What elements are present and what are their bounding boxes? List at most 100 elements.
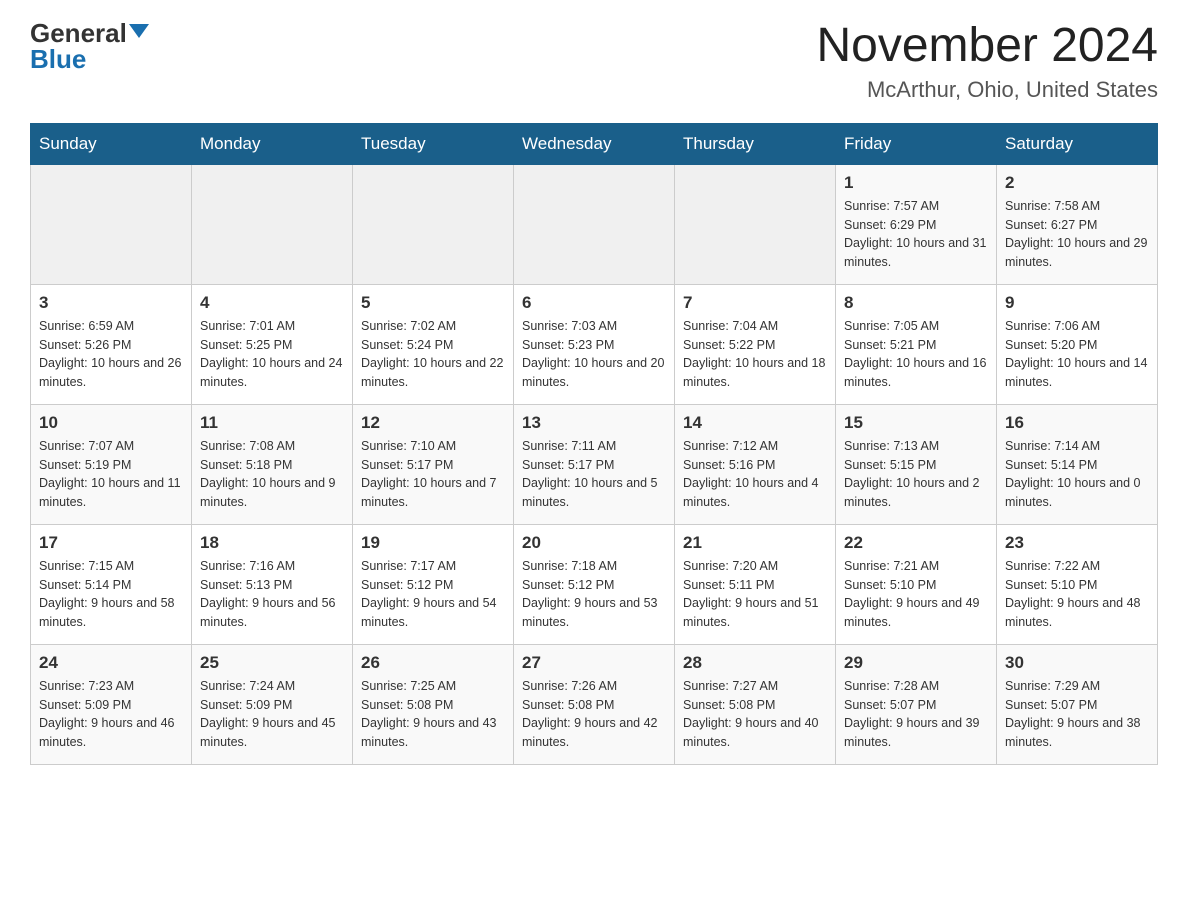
table-row xyxy=(192,164,353,284)
table-row: 10Sunrise: 7:07 AM Sunset: 5:19 PM Dayli… xyxy=(31,404,192,524)
day-number: 25 xyxy=(200,653,344,673)
table-row xyxy=(675,164,836,284)
day-number: 23 xyxy=(1005,533,1149,553)
header-wednesday: Wednesday xyxy=(514,123,675,164)
day-info: Sunrise: 7:17 AM Sunset: 5:12 PM Dayligh… xyxy=(361,557,505,632)
table-row: 20 Sunrise: 7:18 AM Sunset: 5:12 PM Dayli… xyxy=(514,524,675,644)
day-info: Sunrise: 7:03 AM Sunset: 5:23 PM Dayligh… xyxy=(522,317,666,392)
day-info: Sunrise: 7:27 AM Sunset: 5:08 PM Dayligh… xyxy=(683,677,827,752)
day-number: 9 xyxy=(1005,293,1149,313)
calendar-week-row: 24Sunrise: 7:23 AM Sunset: 5:09 PM Dayli… xyxy=(31,644,1158,764)
header-friday: Friday xyxy=(836,123,997,164)
day-info: Sunrise: 7:08 AM Sunset: 5:18 PM Dayligh… xyxy=(200,437,344,512)
table-row: 7Sunrise: 7:04 AM Sunset: 5:22 PM Daylig… xyxy=(675,284,836,404)
table-row: 3Sunrise: 6:59 AM Sunset: 5:26 PM Daylig… xyxy=(31,284,192,404)
day-number: 21 xyxy=(683,533,827,553)
table-row: 2 Sunrise: 7:58 AM Sunset: 6:27 PM Daylig… xyxy=(997,164,1158,284)
table-row: 16 Sunrise: 7:14 AM Sunset: 5:14 PM Dayli… xyxy=(997,404,1158,524)
table-row: 1 Sunrise: 7:57 AM Sunset: 6:29 PM Daylig… xyxy=(836,164,997,284)
day-number: 24 xyxy=(39,653,183,673)
table-row: 5 Sunrise: 7:02 AM Sunset: 5:24 PM Daylig… xyxy=(353,284,514,404)
day-info: Sunrise: 7:02 AM Sunset: 5:24 PM Dayligh… xyxy=(361,317,505,392)
day-info: Sunrise: 7:16 AM Sunset: 5:13 PM Dayligh… xyxy=(200,557,344,632)
day-info: Sunrise: 7:18 AM Sunset: 5:12 PM Dayligh… xyxy=(522,557,666,632)
day-info: Sunrise: 7:57 AM Sunset: 6:29 PM Dayligh… xyxy=(844,197,988,272)
logo-blue: Blue xyxy=(30,46,86,72)
day-info: Sunrise: 7:29 AM Sunset: 5:07 PM Dayligh… xyxy=(1005,677,1149,752)
day-number: 20 xyxy=(522,533,666,553)
calendar-week-row: 17Sunrise: 7:15 AM Sunset: 5:14 PM Dayli… xyxy=(31,524,1158,644)
day-info: Sunrise: 7:13 AM Sunset: 5:15 PM Dayligh… xyxy=(844,437,988,512)
calendar-subtitle: McArthur, Ohio, United States xyxy=(816,77,1158,103)
calendar-week-row: 3Sunrise: 6:59 AM Sunset: 5:26 PM Daylig… xyxy=(31,284,1158,404)
day-number: 5 xyxy=(361,293,505,313)
table-row: 19Sunrise: 7:17 AM Sunset: 5:12 PM Dayli… xyxy=(353,524,514,644)
table-row: 13 Sunrise: 7:11 AM Sunset: 5:17 PM Dayli… xyxy=(514,404,675,524)
title-section: November 2024 McArthur, Ohio, United Sta… xyxy=(816,20,1158,103)
table-row: 28 Sunrise: 7:27 AM Sunset: 5:08 PM Dayli… xyxy=(675,644,836,764)
table-row: 17Sunrise: 7:15 AM Sunset: 5:14 PM Dayli… xyxy=(31,524,192,644)
table-row: 6 Sunrise: 7:03 AM Sunset: 5:23 PM Daylig… xyxy=(514,284,675,404)
day-number: 30 xyxy=(1005,653,1149,673)
day-number: 13 xyxy=(522,413,666,433)
day-number: 1 xyxy=(844,173,988,193)
calendar-week-row: 10Sunrise: 7:07 AM Sunset: 5:19 PM Dayli… xyxy=(31,404,1158,524)
day-info: Sunrise: 7:58 AM Sunset: 6:27 PM Dayligh… xyxy=(1005,197,1149,272)
logo: General Blue xyxy=(30,20,149,72)
table-row: 29Sunrise: 7:28 AM Sunset: 5:07 PM Dayli… xyxy=(836,644,997,764)
table-row: 30 Sunrise: 7:29 AM Sunset: 5:07 PM Dayli… xyxy=(997,644,1158,764)
day-info: Sunrise: 7:11 AM Sunset: 5:17 PM Dayligh… xyxy=(522,437,666,512)
header-sunday: Sunday xyxy=(31,123,192,164)
day-number: 22 xyxy=(844,533,988,553)
table-row: 9Sunrise: 7:06 AM Sunset: 5:20 PM Daylig… xyxy=(997,284,1158,404)
table-row: 21Sunrise: 7:20 AM Sunset: 5:11 PM Dayli… xyxy=(675,524,836,644)
day-number: 14 xyxy=(683,413,827,433)
table-row: 4 Sunrise: 7:01 AM Sunset: 5:25 PM Daylig… xyxy=(192,284,353,404)
table-row: 8Sunrise: 7:05 AM Sunset: 5:21 PM Daylig… xyxy=(836,284,997,404)
calendar-table: Sunday Monday Tuesday Wednesday Thursday… xyxy=(30,123,1158,765)
table-row: 15 Sunrise: 7:13 AM Sunset: 5:15 PM Dayli… xyxy=(836,404,997,524)
table-row: 24Sunrise: 7:23 AM Sunset: 5:09 PM Dayli… xyxy=(31,644,192,764)
header-tuesday: Tuesday xyxy=(353,123,514,164)
table-row: 23 Sunrise: 7:22 AM Sunset: 5:10 PM Dayli… xyxy=(997,524,1158,644)
table-row xyxy=(514,164,675,284)
day-info: Sunrise: 7:28 AM Sunset: 5:07 PM Dayligh… xyxy=(844,677,988,752)
day-info: Sunrise: 7:05 AM Sunset: 5:21 PM Dayligh… xyxy=(844,317,988,392)
day-info: Sunrise: 7:25 AM Sunset: 5:08 PM Dayligh… xyxy=(361,677,505,752)
header-monday: Monday xyxy=(192,123,353,164)
day-number: 4 xyxy=(200,293,344,313)
table-row: 11Sunrise: 7:08 AM Sunset: 5:18 PM Dayli… xyxy=(192,404,353,524)
table-row: 26 Sunrise: 7:25 AM Sunset: 5:08 PM Dayli… xyxy=(353,644,514,764)
day-info: Sunrise: 7:01 AM Sunset: 5:25 PM Dayligh… xyxy=(200,317,344,392)
day-number: 6 xyxy=(522,293,666,313)
day-number: 2 xyxy=(1005,173,1149,193)
day-number: 10 xyxy=(39,413,183,433)
logo-triangle-icon xyxy=(129,24,149,38)
calendar-week-row: 1 Sunrise: 7:57 AM Sunset: 6:29 PM Daylig… xyxy=(31,164,1158,284)
table-row: 27 Sunrise: 7:26 AM Sunset: 5:08 PM Dayli… xyxy=(514,644,675,764)
calendar-title: November 2024 xyxy=(816,20,1158,73)
logo-general: General xyxy=(30,20,127,46)
day-info: Sunrise: 7:14 AM Sunset: 5:14 PM Dayligh… xyxy=(1005,437,1149,512)
day-number: 28 xyxy=(683,653,827,673)
page-header: General Blue November 2024 McArthur, Ohi… xyxy=(30,20,1158,103)
day-info: Sunrise: 7:26 AM Sunset: 5:08 PM Dayligh… xyxy=(522,677,666,752)
header-thursday: Thursday xyxy=(675,123,836,164)
day-info: Sunrise: 7:21 AM Sunset: 5:10 PM Dayligh… xyxy=(844,557,988,632)
table-row: 12 Sunrise: 7:10 AM Sunset: 5:17 PM Dayli… xyxy=(353,404,514,524)
day-info: Sunrise: 7:04 AM Sunset: 5:22 PM Dayligh… xyxy=(683,317,827,392)
day-number: 18 xyxy=(200,533,344,553)
day-number: 15 xyxy=(844,413,988,433)
day-info: Sunrise: 7:22 AM Sunset: 5:10 PM Dayligh… xyxy=(1005,557,1149,632)
day-info: Sunrise: 7:10 AM Sunset: 5:17 PM Dayligh… xyxy=(361,437,505,512)
table-row: 22 Sunrise: 7:21 AM Sunset: 5:10 PM Dayli… xyxy=(836,524,997,644)
day-number: 3 xyxy=(39,293,183,313)
day-number: 12 xyxy=(361,413,505,433)
day-number: 27 xyxy=(522,653,666,673)
table-row: 18 Sunrise: 7:16 AM Sunset: 5:13 PM Dayli… xyxy=(192,524,353,644)
day-number: 16 xyxy=(1005,413,1149,433)
day-info: Sunrise: 7:24 AM Sunset: 5:09 PM Dayligh… xyxy=(200,677,344,752)
day-number: 26 xyxy=(361,653,505,673)
table-row xyxy=(353,164,514,284)
table-row: 14Sunrise: 7:12 AM Sunset: 5:16 PM Dayli… xyxy=(675,404,836,524)
